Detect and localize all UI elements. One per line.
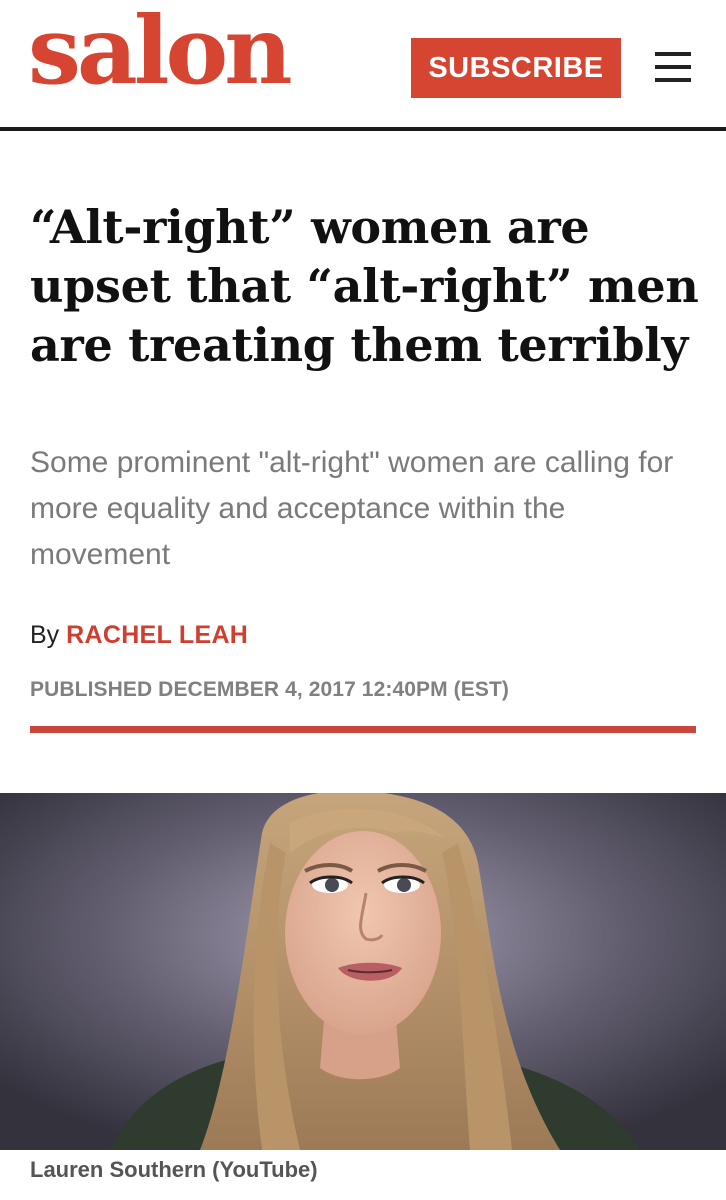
site-header: salon SUBSCRIBE — [0, 0, 726, 129]
article-dek: Some prominent "alt-right" women are cal… — [30, 446, 674, 571]
header-divider — [0, 127, 726, 131]
published-date: PUBLISHED DECEMBER 4, 2017 12:40PM (EST) — [30, 678, 509, 701]
author-link[interactable]: RACHEL LEAH — [66, 621, 248, 649]
portrait-illustration — [0, 793, 726, 1150]
subscribe-button[interactable]: SUBSCRIBE — [411, 38, 621, 98]
article-headline: “Alt-right” women are upset that “alt-ri… — [30, 200, 699, 372]
byline: By RACHEL LEAH — [30, 620, 248, 650]
photo-caption: Lauren Southern (YouTube) — [30, 1157, 318, 1182]
salon-logo[interactable]: salon — [28, 4, 293, 98]
byline-prefix: By — [30, 621, 60, 649]
hamburger-menu-icon[interactable] — [655, 52, 691, 82]
article-divider — [30, 726, 696, 733]
article-photo — [0, 793, 726, 1150]
